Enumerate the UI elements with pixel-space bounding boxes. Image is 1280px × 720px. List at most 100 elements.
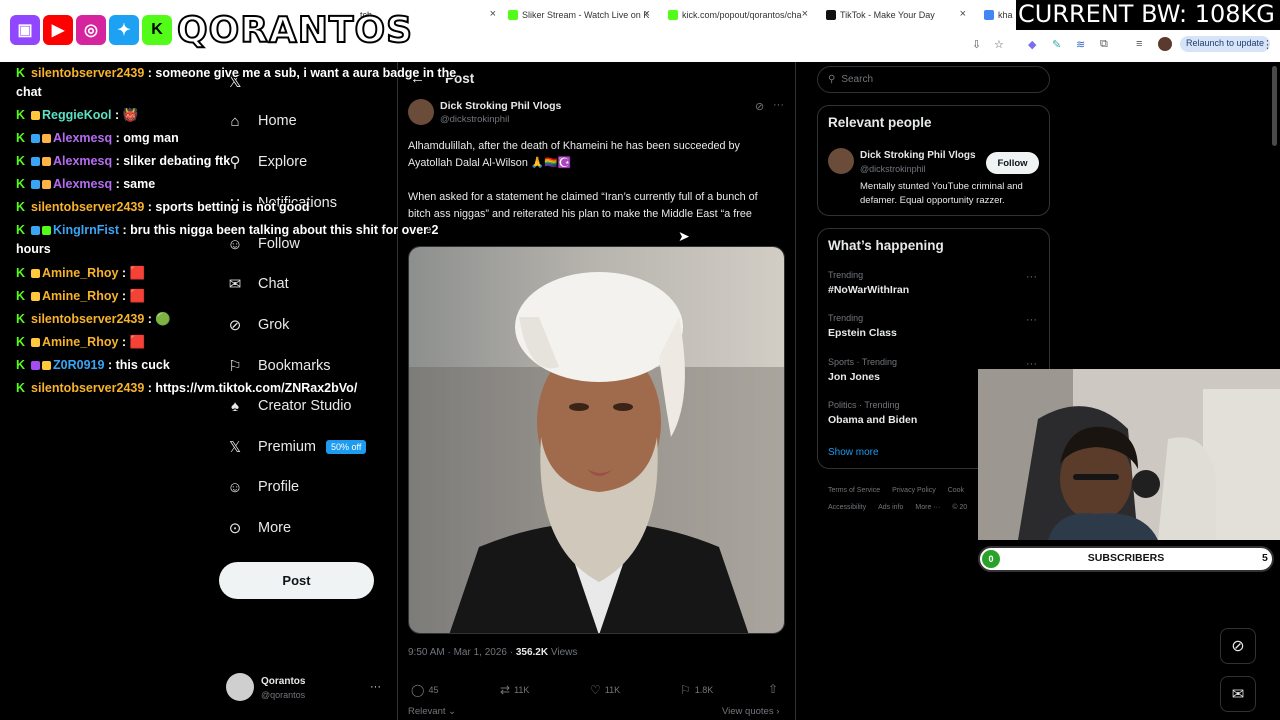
close-icon[interactable]: × [644, 8, 650, 20]
relaunch-button[interactable]: Relaunch to update [1180, 36, 1271, 52]
more-icon[interactable]: ··· [1026, 314, 1037, 326]
nav-label: Creator Studio [258, 398, 352, 414]
chat-separator: : [118, 335, 130, 349]
nav-item-explore[interactable]: ⚲ Explore [226, 151, 308, 173]
like-button[interactable]: ♡ 11K [590, 683, 620, 697]
author-handle[interactable]: @dickstrokinphil [440, 114, 509, 125]
chat-username[interactable]: silentobserver2439 [31, 200, 144, 214]
grok-float-button[interactable]: ⊘ [1220, 628, 1256, 664]
install-icon[interactable]: ⇩ [972, 38, 981, 51]
kick-favicon-icon [668, 10, 678, 20]
more-icon[interactable]: ··· [773, 99, 784, 111]
browser-tab[interactable]: TikTok - Make Your Day × [826, 6, 966, 24]
kick-favicon-icon [508, 10, 518, 20]
trend-context: Sports · Trending [828, 357, 898, 367]
extension-icon[interactable]: ≋ [1076, 38, 1085, 51]
nav-item-grok[interactable]: ⊘ Grok [226, 314, 290, 336]
relevant-sort[interactable]: Relevant ⌄ [408, 706, 456, 717]
close-icon[interactable]: × [802, 8, 808, 20]
extension-icon[interactable]: ✎ [1052, 38, 1061, 51]
tab-search-icon[interactable]: ≡ [1136, 38, 1142, 50]
profile-icon: ☺ [227, 478, 243, 496]
footer-link[interactable]: More ··· [915, 504, 940, 511]
mail-icon: ✉ [228, 276, 242, 293]
chat-username[interactable]: Alexmesq [53, 154, 112, 168]
chat-message: K Alexmesq : omg man [16, 131, 179, 145]
star-icon[interactable]: ☆ [994, 38, 1004, 51]
account-more-icon[interactable]: ··· [370, 681, 381, 693]
person-avatar[interactable] [828, 148, 854, 174]
post-button[interactable]: Post [219, 562, 374, 599]
search-box[interactable]: ⚲ Search [817, 66, 1050, 93]
footer-link[interactable]: Cook [948, 487, 964, 494]
account-handle: @qorantos [261, 690, 306, 700]
share-icon[interactable]: ⇧ [768, 682, 778, 696]
subscriber-goal-bar: 0 SUBSCRIBERS 5 [978, 546, 1274, 572]
browser-tab[interactable]: Sliker Stream - Watch Live on K × [508, 6, 650, 24]
twitch-icon: ▣ [10, 15, 40, 45]
account-avatar[interactable] [226, 673, 254, 701]
grok-icon[interactable]: ⊘ [755, 100, 764, 113]
nav-item-creator-studio[interactable]: ♠ Creator Studio [226, 395, 352, 417]
profile-avatar-icon[interactable] [1158, 37, 1172, 51]
chat-username[interactable]: Alexmesq [53, 131, 112, 145]
more-icon[interactable]: ··· [1026, 271, 1037, 283]
footer-link[interactable]: Accessibility [828, 504, 866, 511]
chat-username[interactable]: silentobserver2439 [31, 66, 144, 80]
chat-username[interactable]: silentobserver2439 [31, 381, 144, 395]
trend-item[interactable]: Trending #NoWarWithIran [828, 270, 909, 296]
chat-username[interactable]: KingIrnFist [53, 223, 119, 237]
author-avatar[interactable] [408, 99, 434, 125]
trend-item[interactable]: Trending Epstein Class [828, 313, 897, 339]
chat-username[interactable]: Z0R0919 [53, 358, 104, 372]
nav-item-chat[interactable]: ✉ Chat [226, 273, 289, 295]
repost-count: 11K [514, 685, 530, 695]
browser-tab[interactable]: kick.com/popout/qorantos/cha × [668, 6, 808, 24]
bookmark-button[interactable]: ⚐ 1.8K [680, 683, 713, 697]
browser-tab[interactable]: kha [984, 6, 1018, 24]
chat-username[interactable]: ReggieKool [42, 108, 111, 122]
search-input[interactable]: Search [841, 74, 873, 85]
extensions-puzzle-icon[interactable]: ⧉ [1100, 38, 1108, 51]
trend-item[interactable]: Politics · Trending Obama and Biden [828, 400, 917, 426]
author-name[interactable]: Dick Stroking Phil Vlogs [440, 100, 561, 112]
messages-float-button[interactable]: ✉ [1220, 676, 1256, 712]
chat-text: 🟢 [155, 312, 171, 326]
nav-item-premium[interactable]: 𝕏 Premium 50% off [226, 436, 367, 458]
chat-text: 🟥 [129, 266, 146, 280]
show-more-link[interactable]: Show more [828, 447, 879, 458]
reply-button[interactable]: ◯ 45 [411, 683, 438, 697]
webcam-feed [978, 369, 1280, 540]
follow-button[interactable]: Follow [986, 152, 1039, 174]
chat-badge-icon [31, 226, 41, 235]
kebab-menu-icon[interactable]: ⋮ [1262, 38, 1273, 51]
chat-username[interactable]: silentobserver2439 [31, 312, 144, 326]
chat-username[interactable]: Amine_Rhoy [42, 289, 118, 303]
chat-username[interactable]: Amine_Rhoy [42, 335, 118, 349]
close-icon[interactable]: × [960, 8, 966, 20]
footer-link[interactable]: Terms of Service [828, 487, 880, 494]
extension-icon[interactable]: ◆ [1028, 38, 1036, 51]
trend-item[interactable]: Sports · Trending Jon Jones [828, 357, 897, 383]
post-image[interactable] [408, 246, 785, 634]
scrollbar-thumb[interactable] [1272, 66, 1277, 146]
close-icon[interactable]: × [490, 8, 496, 20]
grok-icon: ⊘ [1231, 638, 1245, 655]
footer-link[interactable]: Ads info [878, 504, 903, 511]
chat-username[interactable]: Alexmesq [53, 177, 112, 191]
nav-item-home[interactable]: ⌂ Home [226, 110, 296, 132]
footer-link[interactable]: Privacy Policy [892, 487, 936, 494]
chat-text: someone give me a sub, i want a aura bad… [155, 66, 457, 80]
nav-item-more[interactable]: ⊙ More [226, 517, 291, 539]
grok-icon: ⊘ [228, 317, 242, 334]
person-name[interactable]: Dick Stroking Phil Vlogs [860, 150, 976, 161]
chat-username[interactable]: Amine_Rhoy [42, 266, 118, 280]
chat-badge-icon [42, 157, 52, 166]
nav-item-profile[interactable]: ☺ Profile [226, 476, 299, 498]
repost-button[interactable]: ⇄ 11K [500, 683, 529, 697]
nav-item-bookmarks[interactable]: ⚐ Bookmarks [226, 355, 330, 377]
view-quotes-link[interactable]: View quotes › [722, 706, 779, 717]
chat-text: sports betting is not good [155, 200, 310, 214]
chat-message: K Amine_Rhoy : 🟥 [16, 266, 145, 281]
account-name[interactable]: Qorantos [261, 676, 305, 687]
